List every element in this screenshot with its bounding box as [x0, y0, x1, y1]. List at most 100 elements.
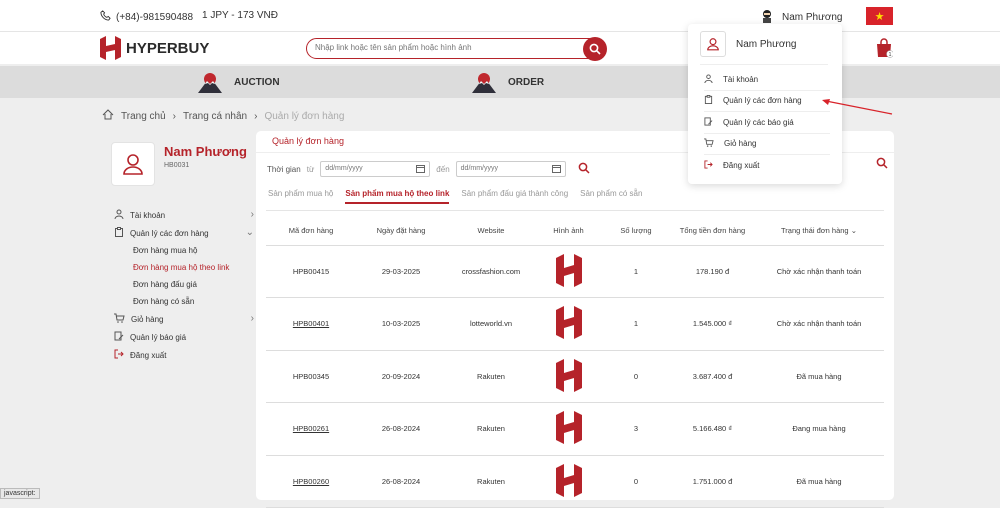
logo-text: HYPERBUY [126, 39, 210, 57]
order-status: Chờ xác nhận thanh toán [754, 245, 884, 298]
order-code[interactable]: HPB00261 [266, 402, 356, 456]
dropdown-item-cart[interactable]: Giỏ hàng [704, 134, 830, 155]
chevron-right-icon: › [254, 110, 258, 122]
chevron-right-icon: › [250, 313, 254, 324]
cart-count: 1 [889, 52, 892, 58]
dropdown-item-quotes[interactable]: Quản lý các báo giá [704, 112, 830, 134]
col-status[interactable]: Trạng thái đơn hàng ⌄ [754, 217, 884, 246]
breadcrumb-profile[interactable]: Trang cá nhân [183, 111, 247, 122]
dropdown-item-label: Tài khoản [723, 74, 759, 84]
mount-fuji-icon [198, 73, 222, 93]
order-total: 1.545.000 ₫ [671, 297, 754, 351]
tab-purchase-link[interactable]: Sản phẩm mua hộ theo link [345, 189, 450, 204]
calendar-icon[interactable] [416, 164, 426, 175]
order-website: Rakuten [446, 350, 536, 403]
avatar [111, 142, 155, 186]
logo[interactable]: HYPERBUY [100, 36, 209, 60]
breadcrumb-current: Quản lý đơn hàng [264, 110, 345, 122]
vietnam-flag-icon[interactable]: ★ [866, 7, 893, 25]
cart-icon [704, 138, 714, 149]
dropdown-item-logout[interactable]: Đăng xuất [704, 155, 830, 177]
dropdown-user-name: Nam Phương [736, 38, 797, 50]
nav-auction[interactable]: AUCTION [198, 71, 280, 93]
col-image: Hình ảnh [536, 217, 601, 246]
col-code: Mã đơn hàng [266, 217, 356, 246]
col-status-label: Trạng thái đơn hàng [781, 226, 849, 236]
col-website: Website [446, 217, 536, 246]
clipboard-icon [704, 95, 713, 106]
product-logo-image[interactable] [555, 411, 582, 445]
col-total: Tổng tiền đơn hàng [671, 217, 754, 246]
user-icon [704, 74, 713, 85]
dropdown-items: Tài khoản Quản lý các đơn hàng Quản lý c… [704, 69, 830, 177]
sidebar-sub-purchase[interactable]: Đơn hàng mua hộ [114, 242, 256, 259]
dropdown-item-label: Đăng xuất [723, 161, 760, 171]
table-row[interactable]: HPB00415 29-03-2025 crossfashion.com 1 178.1… [266, 245, 884, 298]
header: HYPERBUY 1 [0, 32, 1000, 64]
top-user-name[interactable]: Nam Phương [782, 12, 843, 23]
sidebar-item-account[interactable]: Tài khoản › [114, 206, 256, 224]
order-status: Đang mua hàng [754, 402, 884, 456]
nav-order[interactable]: ORDER [472, 71, 544, 93]
home-icon [102, 109, 114, 123]
cart-icon[interactable]: 1 [875, 38, 894, 63]
sidebar-sub-purchase-link[interactable]: Đơn hàng mua hộ theo link [114, 259, 256, 276]
sidebar-item-label: Tài khoản [130, 210, 166, 220]
nav-order-label: ORDER [508, 76, 545, 88]
dropdown-item-orders[interactable]: Quản lý các đơn hàng [704, 91, 830, 112]
calendar-icon[interactable] [551, 164, 561, 175]
search-icon[interactable] [876, 156, 888, 174]
table-row[interactable]: HPB00401 10-03-2025 lotteworld.vn 1 1.545.00… [266, 297, 884, 351]
order-date: 26-08-2024 [356, 402, 446, 456]
sidebar-item-label: Giỏ hàng [131, 314, 164, 324]
chevron-down-icon: ⌄ [850, 226, 857, 236]
tab-available[interactable]: Sản phẩm có sẵn [580, 189, 642, 204]
sidebar: Nam Phương HB0031 Tài khoản › Quản lý cá… [100, 130, 255, 500]
search-input[interactable] [315, 43, 575, 52]
tab-auction[interactable]: Sản phẩm đấu giá thành công [461, 189, 568, 204]
sidebar-sub-auction[interactable]: Đơn hàng đấu giá [114, 276, 256, 293]
product-logo-image[interactable] [555, 358, 582, 392]
order-status: Chờ xác nhận thanh toán [754, 297, 884, 351]
sidebar-sub-available[interactable]: Đơn hàng có sẵn [114, 293, 256, 310]
phone-number[interactable]: (+84)-981590488 [116, 12, 193, 23]
logout-icon [114, 349, 124, 361]
product-logo-image[interactable] [555, 463, 582, 497]
order-code[interactable]: HPB00401 [266, 297, 356, 351]
orders-panel: Quản lý đơn hàng Thời gian từ dd/mm/yyyy… [256, 131, 894, 508]
date-filter: Thời gian từ dd/mm/yyyy đến dd/mm/yyyy [267, 161, 590, 177]
col-date: Ngày đặt hàng [356, 217, 446, 246]
date-from-input[interactable]: dd/mm/yyyy [320, 161, 431, 177]
order-status: Đã mua hàng [754, 350, 884, 403]
product-logo-image[interactable] [555, 253, 582, 287]
order-date: 29-03-2025 [356, 245, 446, 298]
table-row[interactable]: HPB00261 26-08-2024 Rakuten 3 5.166.480 ₫ Đan… [266, 402, 884, 456]
dropdown-item-label: Quản lý các báo giá [723, 117, 794, 127]
sidebar-item-logout[interactable]: Đăng xuất [114, 346, 256, 364]
status-bar-url: javascript: [0, 488, 40, 499]
tab-purchase[interactable]: Sản phẩm mua hộ [268, 189, 333, 204]
order-website: lotteworld.vn [446, 297, 536, 351]
sidebar-item-quotes[interactable]: Quản lý báo giá [114, 328, 256, 346]
top-bar: (+84)-981590488 1 JPY - 173 VNĐ Nam Phươ… [0, 0, 1000, 32]
search-box [306, 37, 607, 61]
order-qty: 1 [601, 245, 671, 298]
search-icon[interactable] [578, 162, 590, 176]
time-label: Thời gian [267, 164, 301, 174]
search-button[interactable] [583, 37, 607, 61]
chevron-right-icon: › [250, 209, 254, 220]
sidebar-item-orders[interactable]: Quản lý các đơn hàng ⌄ [114, 224, 256, 242]
dropdown-item-label: Quản lý các đơn hàng [723, 96, 802, 106]
breadcrumb: Trang chủ › Trang cá nhân › Quản lý đơn … [102, 109, 344, 123]
user-icon [123, 154, 143, 175]
breadcrumb-home[interactable]: Trang chủ [121, 111, 166, 122]
sidebar-item-cart[interactable]: Giỏ hàng › [114, 310, 256, 328]
document-edit-icon [114, 331, 124, 343]
dropdown-item-account[interactable]: Tài khoản [704, 69, 830, 91]
date-to-input[interactable]: dd/mm/yyyy [455, 161, 566, 177]
order-total: 3.687.400 đ [671, 350, 754, 403]
order-total: 178.190 đ [671, 245, 754, 298]
product-logo-image[interactable] [555, 306, 582, 340]
table-row[interactable]: HPB00345 20-09-2024 Rakuten 0 3.687.400 đ Đã … [266, 350, 884, 403]
chevron-down-icon: ⌄ [245, 227, 254, 238]
